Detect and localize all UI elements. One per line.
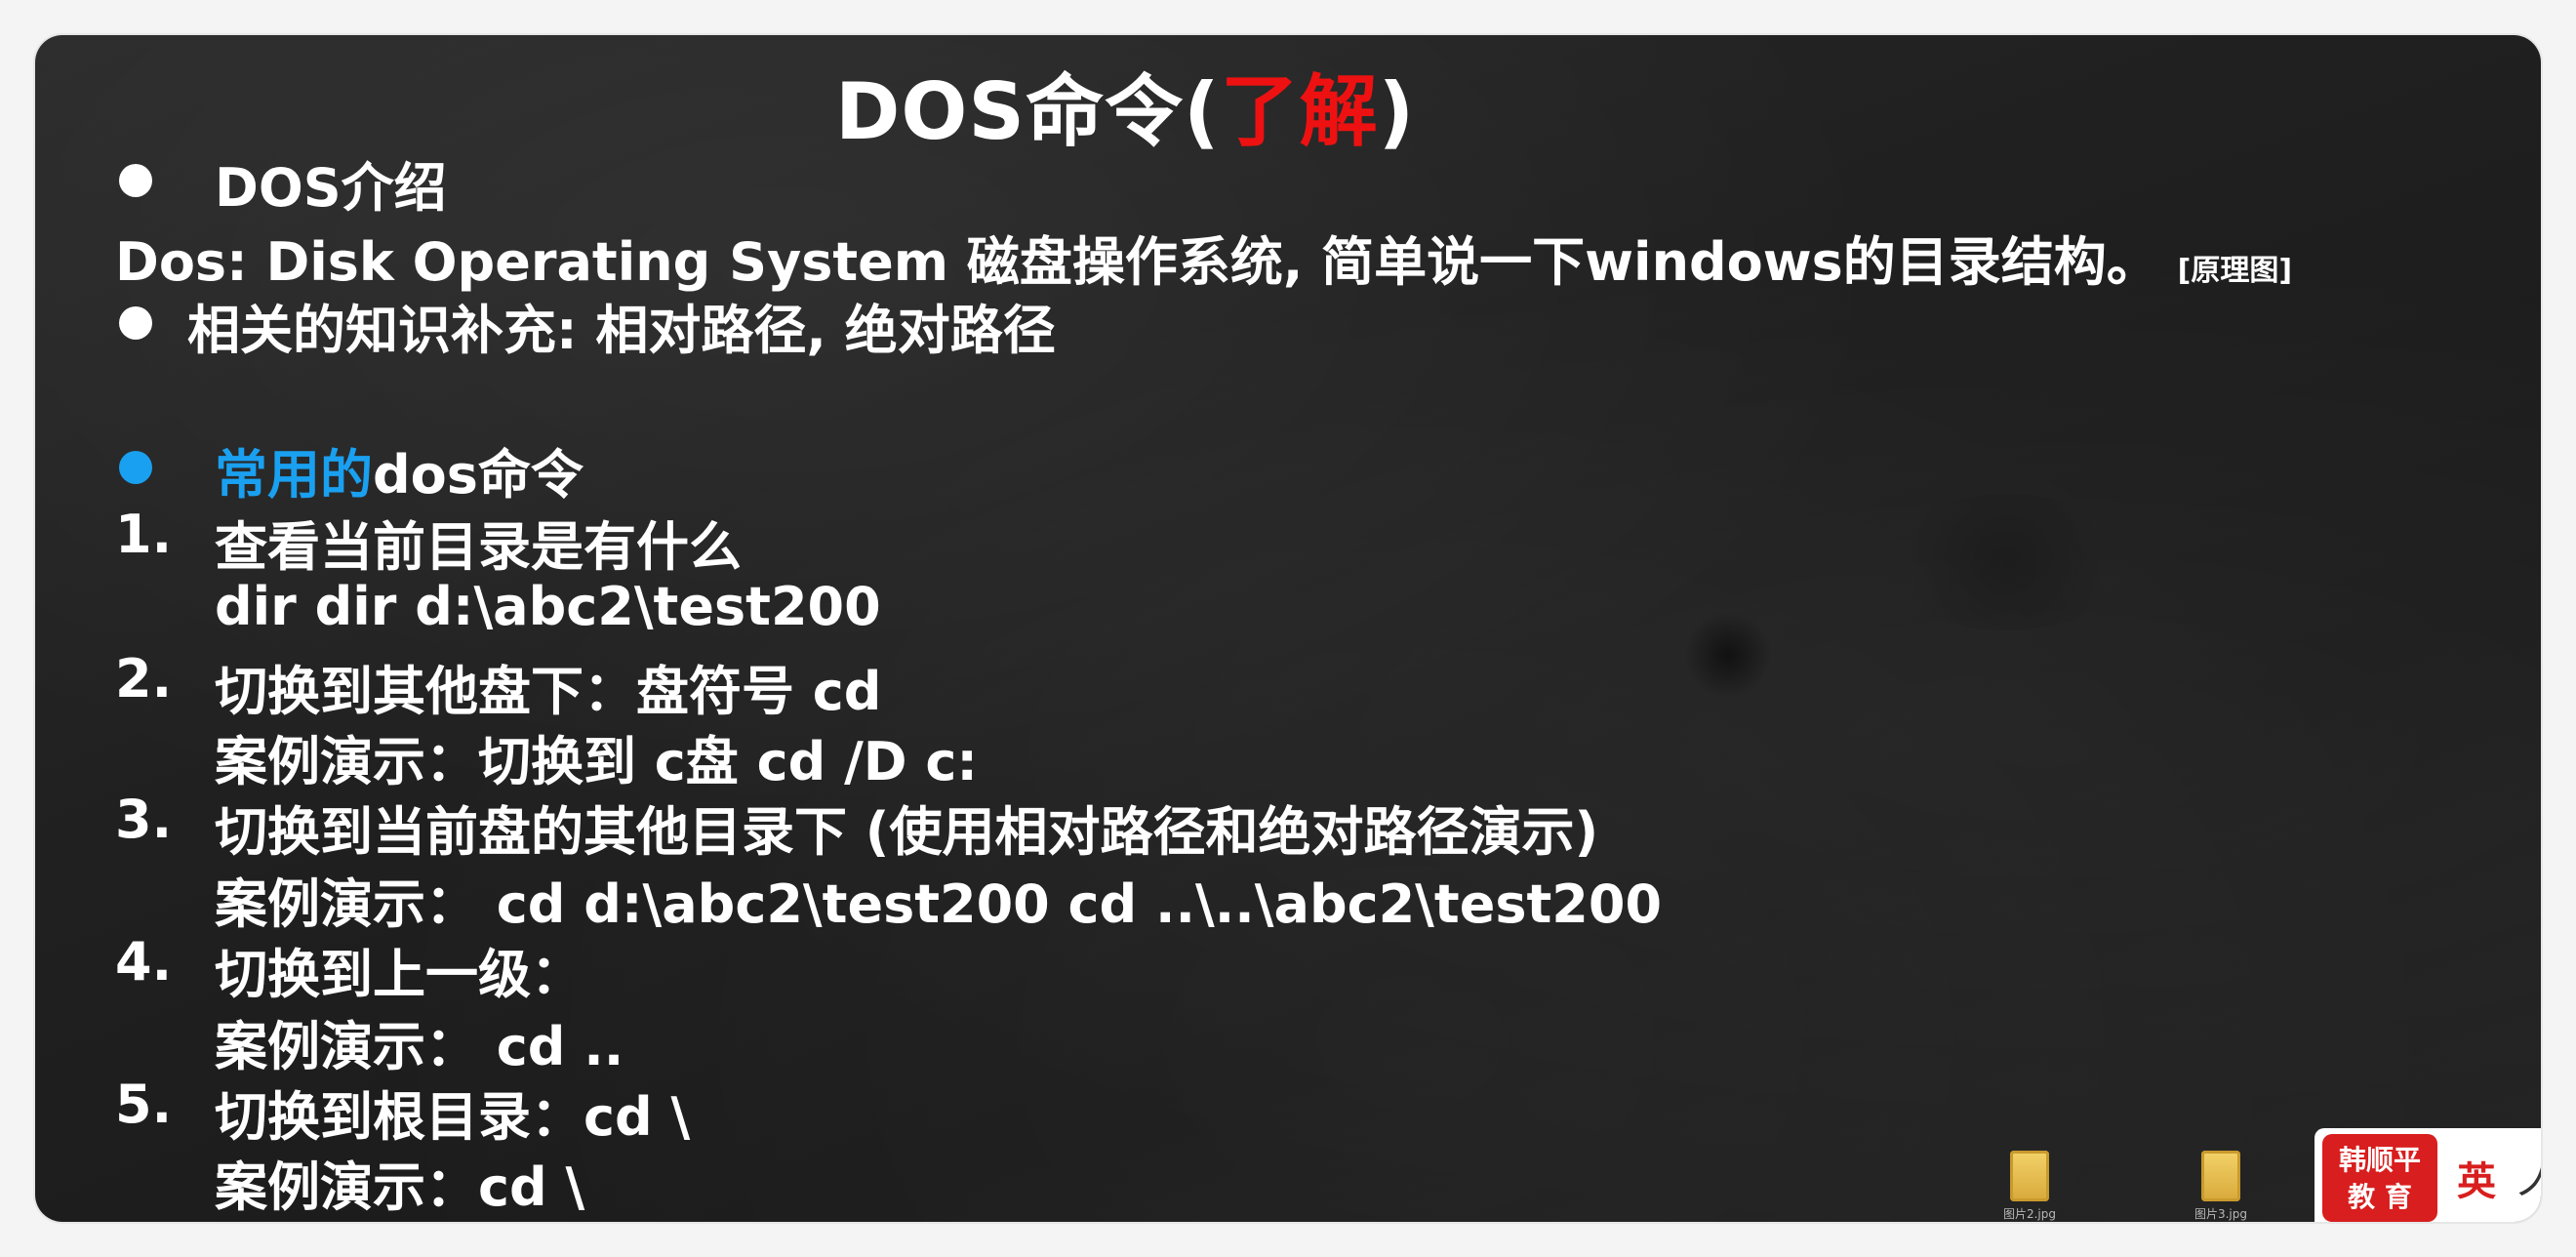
intro-text: Dos: Disk Operating System 磁盘操作系统, 简单说一下… <box>115 231 2159 293</box>
ime-mode[interactable]: ノ <box>2514 1150 2541 1206</box>
ime-indicator[interactable]: 英 <box>2457 1150 2496 1206</box>
blue-bullet-icon <box>119 451 152 484</box>
desktop-file-label: 图片3.jpg <box>2194 1207 2248 1221</box>
list-item-number: 1. <box>115 504 173 565</box>
list-item-title: 切换到根目录：cd \ <box>215 1086 691 1148</box>
logo-line2: 教 育 <box>2348 1181 2412 1213</box>
logo-badge: 韩顺平 教 育 <box>2322 1134 2437 1222</box>
title-highlight: 了解 <box>1220 66 1379 157</box>
title-end: ) <box>1378 66 1416 157</box>
common-rest: dos命令 <box>373 444 584 506</box>
intro-text-line: Dos: Disk Operating System 磁盘操作系统, 简单说一下… <box>115 219 2292 296</box>
slide-window: DOS命令(了解) DOS介绍 Dos: Disk Operating Syst… <box>35 35 2541 1222</box>
list-item-detail: 案例演示：cd \ <box>215 1156 585 1218</box>
bullet-icon <box>119 306 152 340</box>
logo-line1: 韩顺平 <box>2338 1144 2421 1176</box>
list-item-title: 切换到当前盘的其他目录下 (使用相对路径和绝对路径演示) <box>215 801 1599 863</box>
file-icon <box>2010 1151 2049 1201</box>
chalkboard-smudge <box>1879 494 2133 630</box>
title-main: DOS命令( <box>835 66 1221 157</box>
list-item-number: 4. <box>115 931 173 993</box>
list-item-number: 2. <box>115 648 173 710</box>
list-item-title: 切换到上一级： <box>215 944 584 1005</box>
common-highlight: 常用的 <box>215 444 373 506</box>
slide-title: DOS命令(了解) <box>835 49 1415 162</box>
knowledge-text: 相关的知识补充: 相对路径, 绝对路径 <box>187 300 1056 361</box>
list-item-title: 查看当前目录是有什么 <box>215 516 742 578</box>
list-item-detail: dir dir d:\abc2\test200 <box>215 576 881 637</box>
list-item-number: 5. <box>115 1074 173 1135</box>
list-item-detail: 案例演示： cd d:\abc2\test200 cd ..\..\abc2\t… <box>215 873 1663 935</box>
intro-note: [原理图] <box>2177 254 2293 288</box>
desktop-file-icon[interactable]: 图片3.jpg <box>2192 1151 2250 1222</box>
list-item-detail: 案例演示： cd .. <box>215 1016 624 1077</box>
watermark-logo: 韩顺平 教 育 英 ノ <box>2314 1128 2541 1222</box>
common-heading: 常用的dos命令 <box>215 431 584 508</box>
desktop-file-icon[interactable]: 图片2.jpg <box>2000 1151 2059 1222</box>
file-icon <box>2201 1151 2240 1201</box>
desktop-file-label: 图片2.jpg <box>2002 1207 2057 1221</box>
list-item-detail: 案例演示：切换到 c盘 cd /D c: <box>215 731 979 792</box>
intro-heading: DOS介绍 <box>215 157 447 219</box>
list-item-title: 切换到其他盘下：盘符号 cd <box>215 661 882 722</box>
list-item-number: 3. <box>115 789 173 850</box>
chalkboard-smudge <box>1684 611 1772 699</box>
bullet-icon <box>119 164 152 197</box>
